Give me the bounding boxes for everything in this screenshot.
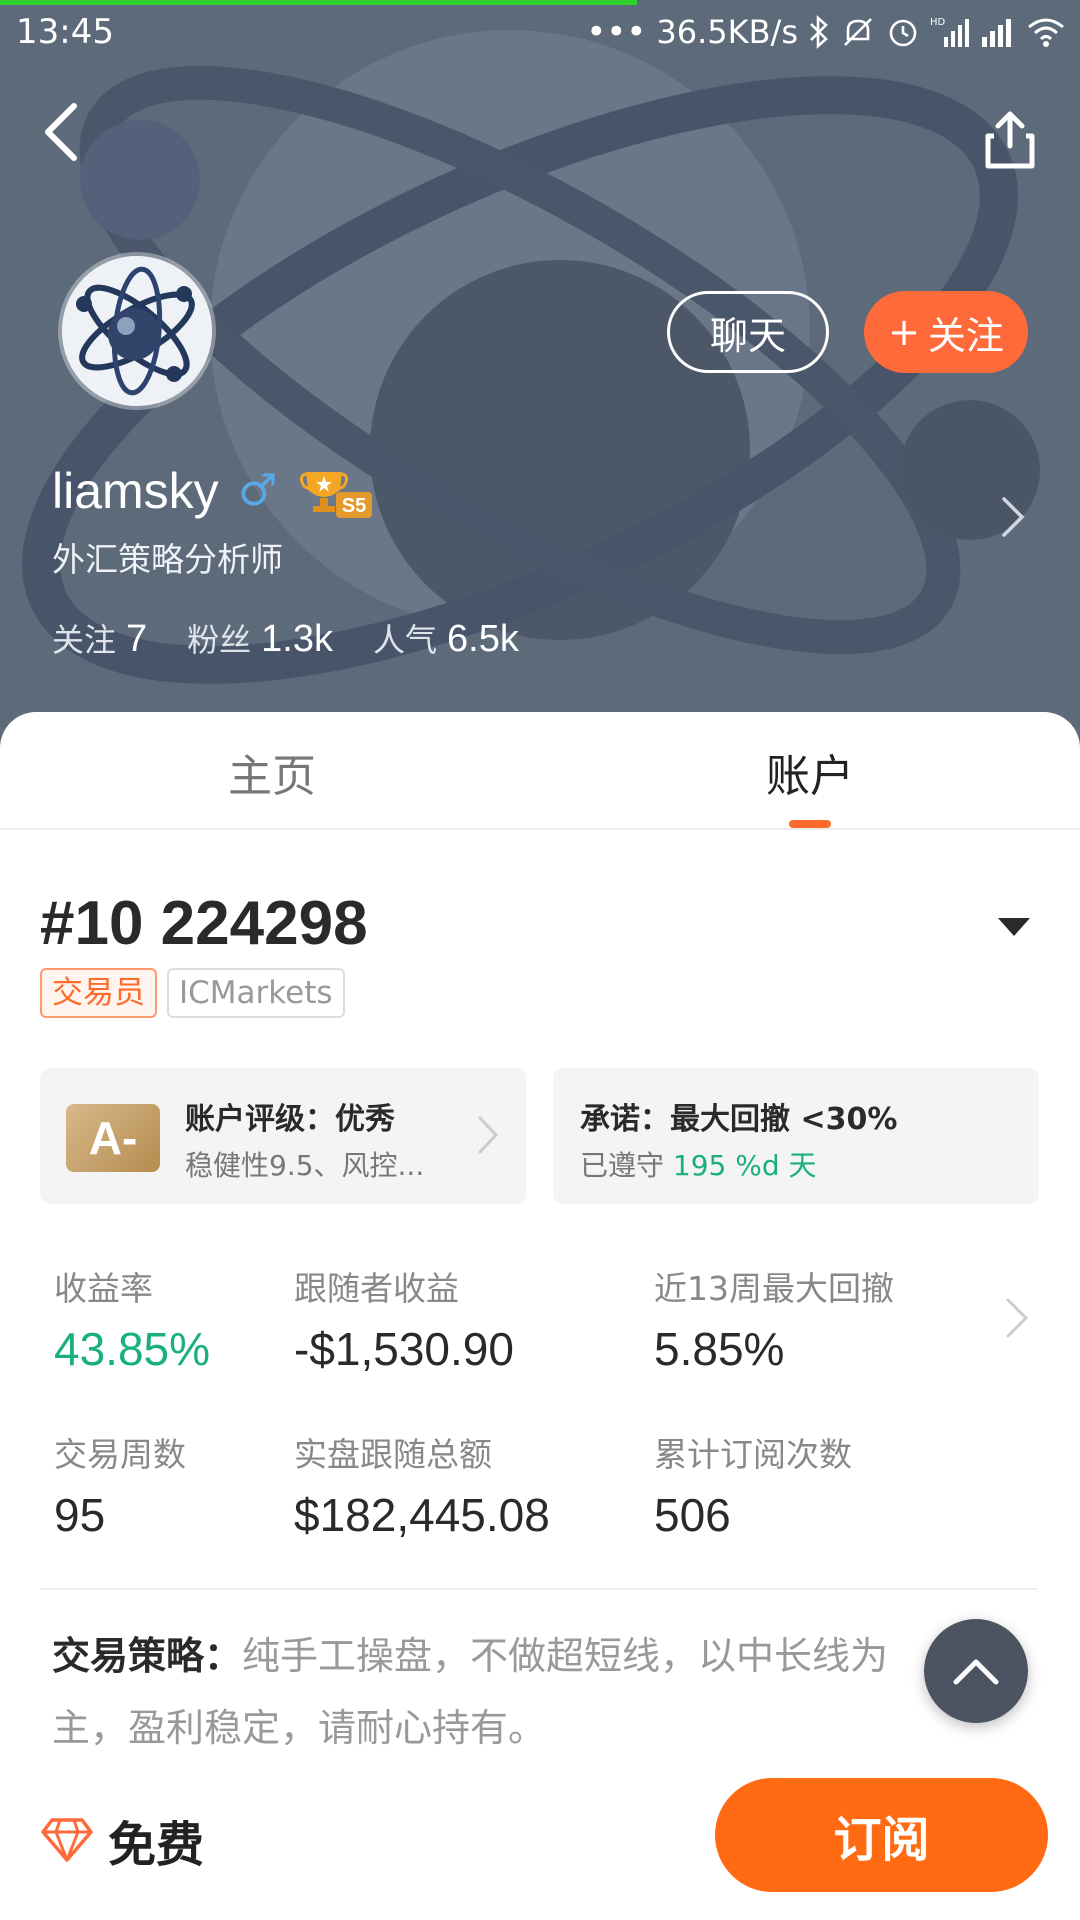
- metric-label: 实盘跟随总额: [294, 1435, 492, 1474]
- status-indicators: ••• 36.5KB/s HD: [586, 12, 1066, 52]
- metric-value: 5.85%: [654, 1323, 785, 1375]
- share-button[interactable]: [980, 108, 1040, 172]
- tab-home[interactable]: 主页: [228, 740, 316, 804]
- strategy-description: 交易策略：纯手工操盘，不做超短线，以中长线为主，盈利稳定，请耐心持有。: [52, 1620, 952, 1764]
- stat-label: 关注: [52, 621, 117, 659]
- price-area: 免费: [40, 1805, 204, 1875]
- scroll-to-top-button[interactable]: [924, 1619, 1028, 1723]
- tab-bar: 主页 账户: [0, 712, 1080, 830]
- subscribe-button[interactable]: 订阅: [715, 1778, 1048, 1892]
- metric-value: 506: [654, 1489, 731, 1541]
- rating-card[interactable]: A- 账户评级：优秀 稳健性9.5、风控...: [40, 1068, 526, 1204]
- strategy-label: 交易策略：: [52, 1634, 243, 1678]
- tab-account[interactable]: 账户: [766, 740, 854, 804]
- plus-icon: +: [888, 310, 920, 354]
- dots-icon: •••: [586, 12, 647, 52]
- status-bar: 13:45 ••• 36.5KB/s HD: [0, 8, 1080, 60]
- page-load-progress: [0, 0, 637, 5]
- broker-tag: ICMarkets: [167, 968, 345, 1018]
- trophy-badge-icon: S5: [300, 472, 372, 518]
- atom-logo-icon: [62, 256, 212, 406]
- chevron-up-icon: [953, 1659, 999, 1685]
- stat-fans[interactable]: 粉丝 1.3k: [187, 615, 333, 661]
- metric-value: 43.85%: [54, 1323, 211, 1375]
- back-button[interactable]: [34, 100, 94, 164]
- stat-value: 7: [126, 618, 148, 660]
- avatar[interactable]: [62, 256, 212, 406]
- bluetooth-icon: [810, 15, 828, 49]
- chevron-right-icon: [478, 1116, 499, 1154]
- status-time: 13:45: [16, 12, 114, 52]
- profile-title: 外汇策略分析师: [52, 540, 283, 579]
- rating-title: 账户评级：优秀: [185, 1102, 395, 1137]
- username: liamsky: [52, 463, 219, 519]
- hd-signal-icon: HD: [930, 17, 969, 47]
- signal-icon: [982, 19, 1011, 47]
- metric-max-drawdown: 近13周最大回撤 5.85%: [654, 1262, 894, 1376]
- metric-subscription-count: 累计订阅次数 506: [654, 1428, 852, 1542]
- male-gender-icon: ♂: [238, 465, 278, 516]
- stat-label: 粉丝: [187, 621, 252, 659]
- stat-value: 1.3k: [261, 618, 333, 660]
- chat-button[interactable]: 聊天: [667, 291, 829, 373]
- stat-following[interactable]: 关注 7: [52, 615, 147, 661]
- network-speed: 36.5KB/s: [656, 13, 798, 51]
- section-divider: [40, 1588, 1038, 1590]
- mute-icon: [844, 18, 872, 46]
- follow-button[interactable]: + 关注: [864, 291, 1028, 373]
- metric-label: 累计订阅次数: [654, 1435, 852, 1474]
- tab-active-indicator: [789, 820, 831, 828]
- metric-return-rate: 收益率 43.85%: [54, 1262, 210, 1376]
- alarm-icon: [889, 19, 917, 47]
- metric-value: $182,445.08: [294, 1489, 550, 1541]
- stat-popularity: 人气 6.5k: [373, 615, 519, 661]
- promise-title: 承诺：最大回撤 <30%: [580, 1102, 898, 1137]
- chat-button-label: 聊天: [709, 313, 786, 358]
- subscribe-button-label: 订阅: [833, 1812, 930, 1868]
- promise-card: 承诺：最大回撤 <30% 已遵守 195 %d 天: [553, 1068, 1039, 1204]
- price-label: 免费: [108, 1817, 205, 1873]
- account-title: #10 224298: [40, 889, 368, 958]
- account-tags: 交易员 ICMarkets: [40, 968, 345, 1018]
- metric-label: 收益率: [54, 1269, 153, 1308]
- stat-value: 6.5k: [447, 618, 519, 660]
- diamond-icon: [41, 1818, 93, 1862]
- stat-label: 人气: [373, 621, 438, 659]
- grade-badge: A-: [66, 1104, 160, 1172]
- promise-days: 195 %d 天: [672, 1149, 817, 1182]
- rating-subtitle: 稳健性9.5、风控...: [185, 1149, 425, 1182]
- chevron-right-icon[interactable]: [1004, 1296, 1030, 1340]
- metric-trading-weeks: 交易周数 95: [54, 1428, 186, 1542]
- metric-follow-total: 实盘跟随总额 $182,445.08: [294, 1428, 550, 1542]
- chevron-right-icon[interactable]: [998, 495, 1028, 539]
- badge-level: S5: [342, 495, 366, 517]
- metric-follower-profit: 跟随者收益 -$1,530.90: [294, 1262, 514, 1376]
- profile-header: 13:45 ••• 36.5KB/s HD 聊天 + 关注 liamsky ♂ …: [0, 0, 1080, 760]
- metric-label: 交易周数: [54, 1435, 186, 1474]
- metric-label: 近13周最大回撤: [654, 1269, 894, 1308]
- wifi-icon: [1028, 18, 1064, 47]
- metric-label: 跟随者收益: [294, 1269, 459, 1308]
- metric-value: 95: [54, 1489, 106, 1541]
- dropdown-triangle-icon[interactable]: [994, 914, 1034, 940]
- metric-value: -$1,530.90: [294, 1323, 514, 1375]
- promise-subtitle: 已遵守 195 %d 天: [580, 1144, 817, 1184]
- follow-button-label: 关注: [927, 313, 1004, 358]
- role-tag: 交易员: [40, 968, 157, 1018]
- profile-stats: 关注 7 粉丝 1.3k 人气 6.5k: [52, 615, 519, 661]
- svg-text:HD: HD: [930, 17, 946, 28]
- promise-prefix: 已遵守: [580, 1149, 665, 1182]
